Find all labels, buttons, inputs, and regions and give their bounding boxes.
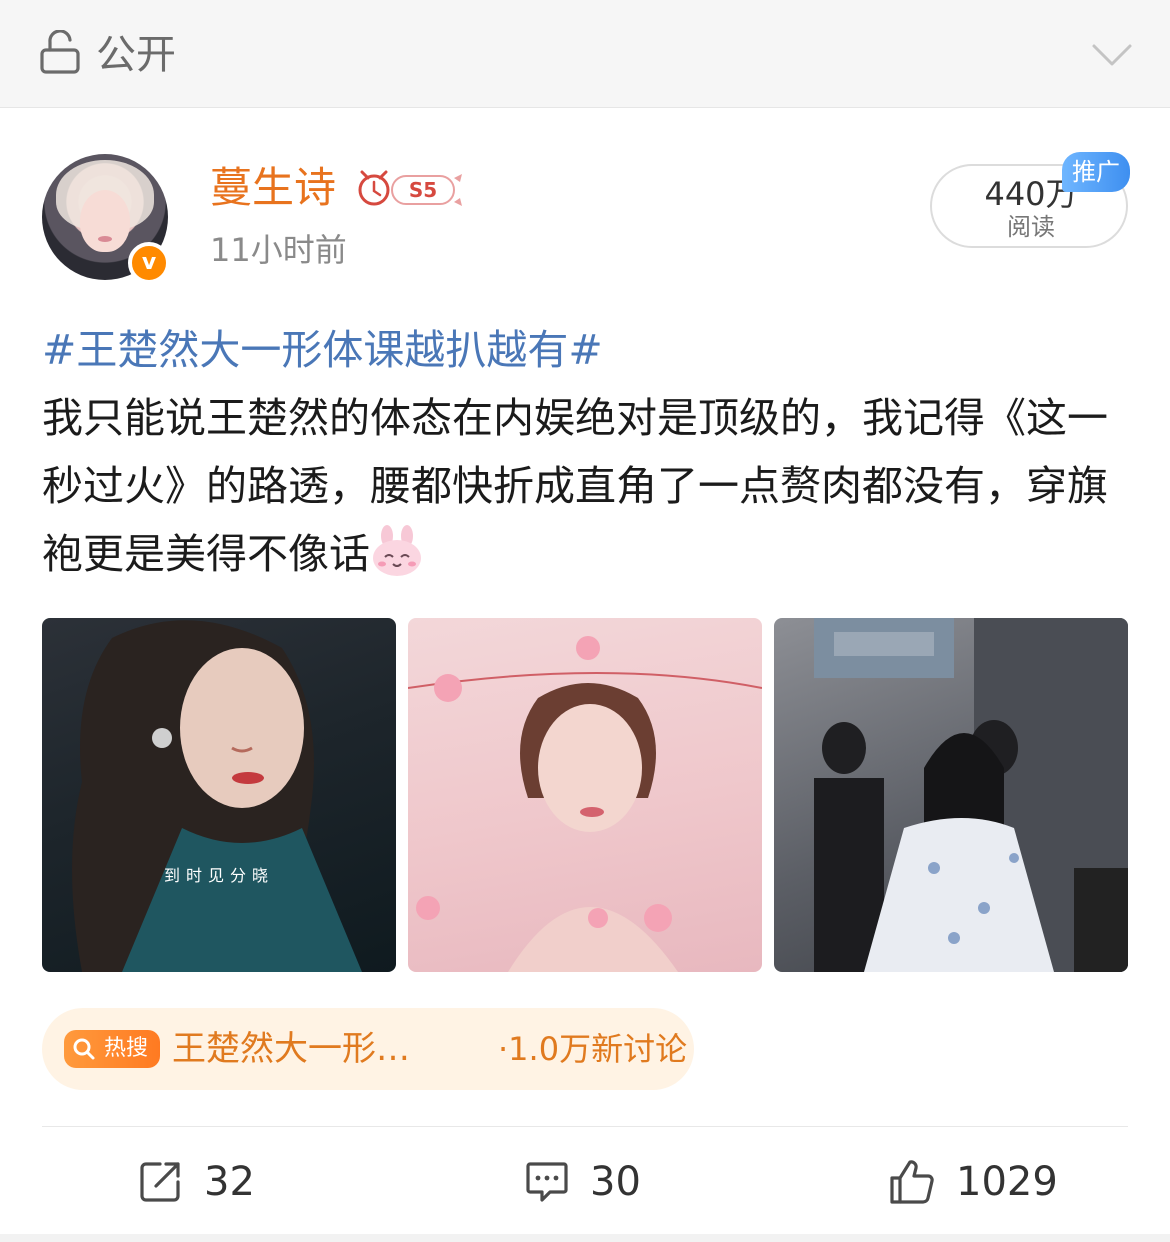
visibility-label: 公开: [96, 32, 176, 78]
photo-1[interactable]: 到时见分晓: [42, 618, 396, 972]
photo-1-image: [72, 620, 362, 972]
post-content: #王楚然大一形体课越扒越有# 我只能说王楚然的体态在内娱绝对是顶级的，我记得《这…: [42, 316, 1132, 588]
comment-button[interactable]: 30: [524, 1152, 664, 1212]
avatar-face: [80, 190, 130, 252]
hot-search-meta: ·1.0万新讨论: [498, 1030, 688, 1068]
hot-search-badge: 热搜: [64, 1030, 160, 1068]
lock-open-icon: [40, 30, 80, 74]
like-count: 1029: [956, 1159, 1058, 1205]
hot-search-card[interactable]: 热搜 王楚然大一形… ·1.0万新讨论: [42, 1008, 694, 1090]
action-bar: 32 30 1029: [0, 1138, 1170, 1228]
repost-icon: [140, 1162, 180, 1202]
photo-1-caption: 到时见分晓: [163, 866, 274, 885]
photo-grid: 到时见分晓: [42, 618, 1128, 972]
verified-badge-icon: v: [128, 242, 170, 284]
hashtag-link[interactable]: #王楚然大一形体课越扒越有#: [42, 316, 1132, 384]
post-body-text: 我只能说王楚然的体态在内娱绝对是顶级的，我记得《这一秒过火》的路透，腰都快折成直…: [42, 394, 1108, 578]
photo-3[interactable]: [774, 618, 1128, 972]
level-badge-text: S5: [409, 178, 437, 202]
avatar-lips: [98, 236, 112, 242]
photo-2[interactable]: [408, 618, 762, 972]
photo-2-image: [408, 636, 762, 972]
author-name[interactable]: 蔓生诗: [210, 160, 336, 216]
comment-count: 30: [590, 1159, 641, 1205]
hot-search-badge-label: 热搜: [104, 1036, 149, 1061]
bottom-separator: [0, 1234, 1170, 1242]
level-badge-icon: S5: [358, 170, 462, 206]
like-button[interactable]: 1029: [888, 1152, 1058, 1212]
photo-3-image: [814, 618, 1128, 972]
bunny-emoji-icon: [370, 524, 424, 578]
thumbs-up-icon: [890, 1160, 934, 1204]
visibility-bar[interactable]: 公开: [0, 0, 1170, 108]
comment-icon: [526, 1162, 568, 1202]
read-label: 阅读: [1007, 213, 1055, 241]
repost-count: 32: [204, 1159, 255, 1205]
divider: [42, 1126, 1128, 1127]
post-time: 11小时前: [210, 231, 347, 269]
search-icon: [73, 1038, 95, 1060]
promo-badge: 推广: [1062, 152, 1130, 192]
chevron-down-icon[interactable]: [1088, 36, 1136, 72]
repost-button[interactable]: 32: [138, 1152, 278, 1212]
hot-search-title: 王楚然大一形…: [172, 1029, 410, 1069]
weibo-post: v 蔓生诗 S5 11小时前 440万 阅读 推广 #王楚然大一形体课越扒越有#…: [0, 108, 1170, 1234]
